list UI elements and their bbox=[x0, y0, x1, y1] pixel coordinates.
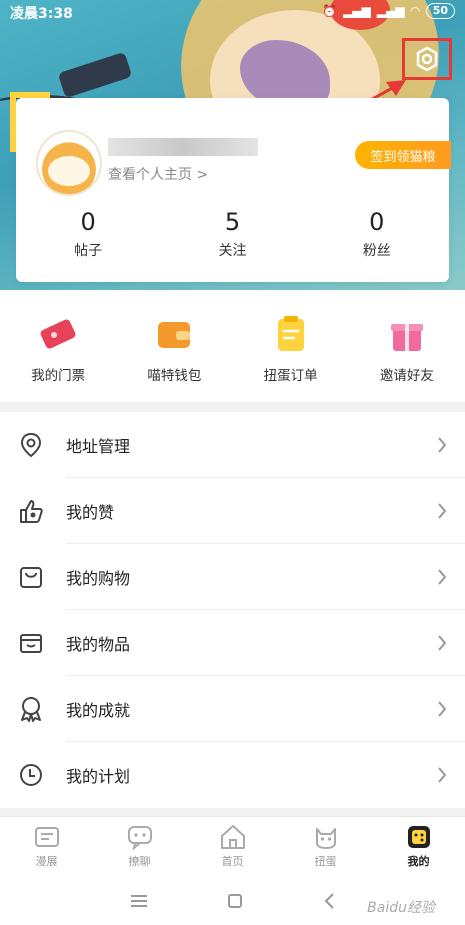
menu-item-items[interactable]: 我的物品 bbox=[0, 610, 465, 676]
tab-label: 首页 bbox=[221, 855, 244, 868]
avatar[interactable] bbox=[36, 130, 102, 196]
quick-action-tickets[interactable]: 我的门票 bbox=[0, 290, 116, 402]
box-icon bbox=[20, 634, 42, 653]
stat-value: 0 bbox=[80, 208, 96, 236]
quick-action-wallet[interactable]: 喵特钱包 bbox=[116, 290, 232, 402]
chevron-right-icon bbox=[438, 701, 447, 717]
quick-action-label: 喵特钱包 bbox=[147, 368, 202, 384]
signal-icon: ▂▄▆ bbox=[343, 4, 371, 18]
stat-label: 帖子 bbox=[74, 243, 103, 259]
menu-icon[interactable] bbox=[130, 894, 148, 908]
location-icon bbox=[20, 432, 42, 458]
profile-card: 查看个人主页 > 签到领猫粮 0 帖子 5 关注 0 粉丝 bbox=[10, 92, 451, 282]
quick-action-invite[interactable]: 邀请好友 bbox=[349, 290, 465, 402]
status-bar: 凌晨3:38 ⏰ ▂▄▆ ▂▄▆ ◠ 50 bbox=[0, 0, 465, 26]
chevron-right-icon bbox=[438, 437, 447, 453]
menu-list: 地址管理 我的赞 我的购物 我的物品 我的成就 我的计划 bbox=[0, 412, 465, 808]
stat-value: 0 bbox=[369, 208, 385, 236]
menu-item-label: 我的计划 bbox=[66, 767, 131, 786]
tab-me[interactable]: 我的 bbox=[372, 817, 465, 876]
menu-item-shopping[interactable]: 我的购物 bbox=[0, 544, 465, 610]
tab-label: 扭蛋 bbox=[314, 855, 337, 868]
username-blurred bbox=[108, 138, 258, 156]
gift-icon bbox=[390, 324, 423, 351]
battery-icon: 50 bbox=[425, 3, 455, 19]
menu-item-likes[interactable]: 我的赞 bbox=[0, 478, 465, 544]
home-square-icon[interactable] bbox=[227, 893, 243, 909]
menu-item-label: 我的购物 bbox=[66, 569, 131, 588]
shopping-bag-icon bbox=[20, 567, 42, 588]
stat-posts[interactable]: 0 帖子 bbox=[16, 208, 160, 260]
stat-label: 粉丝 bbox=[362, 243, 391, 259]
tab-label: 撩聊 bbox=[128, 855, 151, 868]
back-icon[interactable] bbox=[323, 892, 335, 910]
stat-value: 5 bbox=[224, 208, 241, 236]
chevron-right-icon bbox=[438, 569, 447, 585]
menu-item-label: 我的赞 bbox=[66, 503, 115, 522]
expo-icon bbox=[34, 827, 59, 847]
wallet-icon bbox=[158, 322, 191, 348]
tab-label: 我的 bbox=[407, 855, 430, 868]
wifi-icon: ◠ bbox=[410, 4, 420, 18]
chevron-right-icon bbox=[438, 635, 447, 651]
tab-label: 漫展 bbox=[35, 855, 58, 868]
quick-actions: 我的门票 喵特钱包 扭蛋订单 邀请好友 bbox=[0, 290, 465, 402]
menu-item-achievements[interactable]: 我的成就 bbox=[0, 676, 465, 742]
menu-item-label: 我的成就 bbox=[66, 701, 131, 720]
menu-item-address[interactable]: 地址管理 bbox=[0, 412, 465, 478]
gear-icon bbox=[416, 46, 438, 72]
stat-label: 关注 bbox=[218, 243, 247, 259]
clock-icon bbox=[20, 764, 42, 786]
signal-icon-2: ▂▄▆ bbox=[376, 4, 405, 18]
profile-icon bbox=[407, 826, 430, 848]
chevron-right-icon bbox=[438, 767, 447, 783]
tab-expo[interactable]: 漫展 bbox=[0, 817, 93, 876]
ticket-icon bbox=[40, 319, 76, 349]
bottom-tab-bar: 漫展 撩聊 首页 扭蛋 我的 bbox=[0, 816, 465, 876]
stat-following[interactable]: 5 关注 bbox=[160, 208, 304, 260]
tab-gacha[interactable]: 扭蛋 bbox=[279, 817, 372, 876]
settings-button[interactable] bbox=[402, 38, 452, 80]
status-time: 凌晨3:38 bbox=[10, 6, 73, 22]
alarm-icon: ⏰ bbox=[322, 4, 338, 18]
tab-home[interactable]: 首页 bbox=[186, 817, 279, 876]
home-icon bbox=[220, 825, 245, 849]
tab-chat[interactable]: 撩聊 bbox=[93, 817, 186, 876]
quick-action-label: 我的门票 bbox=[31, 368, 86, 384]
quick-action-orders[interactable]: 扭蛋订单 bbox=[233, 290, 349, 402]
stat-followers[interactable]: 0 粉丝 bbox=[305, 208, 449, 260]
menu-item-plans[interactable]: 我的计划 bbox=[0, 742, 465, 808]
checkin-button[interactable]: 签到领猫粮 bbox=[355, 141, 451, 169]
order-icon bbox=[277, 316, 304, 351]
thumbs-up-icon bbox=[20, 500, 43, 523]
medal-icon bbox=[21, 697, 41, 722]
chevron-right-icon bbox=[438, 503, 447, 519]
quick-action-label: 扭蛋订单 bbox=[263, 368, 318, 384]
menu-item-label: 地址管理 bbox=[66, 437, 131, 456]
chat-icon bbox=[127, 826, 152, 851]
watermark: Baidu经验 bbox=[367, 900, 435, 916]
quick-action-label: 邀请好友 bbox=[379, 368, 434, 384]
menu-item-label: 我的物品 bbox=[66, 635, 131, 654]
cat-icon bbox=[315, 828, 336, 849]
view-profile-link[interactable]: 查看个人主页 > bbox=[108, 164, 208, 184]
